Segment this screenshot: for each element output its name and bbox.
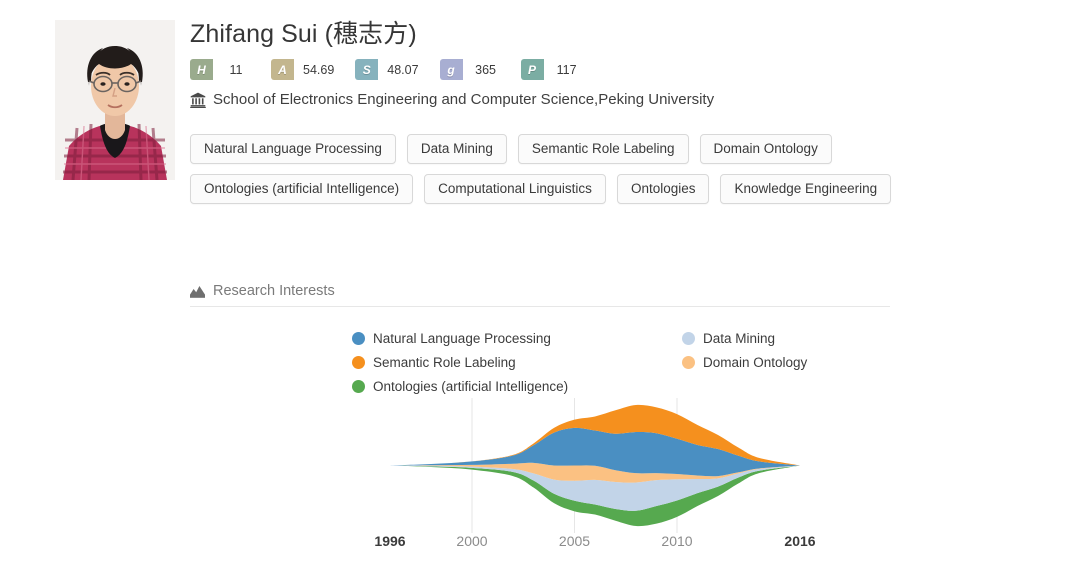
h-index-badge[interactable]: H 11 bbox=[190, 59, 259, 80]
x-axis-tick-label: 2016 bbox=[784, 533, 816, 549]
legend-color-swatch bbox=[682, 332, 695, 345]
x-axis-tick-label: 2010 bbox=[661, 533, 693, 549]
x-axis-tick-label: 2000 bbox=[456, 533, 488, 549]
interest-tag[interactable]: Domain Ontology bbox=[699, 134, 832, 164]
activity-badge[interactable]: A 54.69 bbox=[271, 59, 344, 80]
chart-bands bbox=[390, 404, 800, 527]
x-axis-tick-label: 1996 bbox=[374, 533, 406, 549]
legend-item-domain-ontology[interactable]: Domain Ontology bbox=[682, 352, 892, 373]
chart-title: Research Interests bbox=[190, 283, 890, 307]
legend-color-swatch bbox=[352, 332, 365, 345]
chart-legend: Natural Language Processing Data Mining … bbox=[352, 328, 892, 397]
area-chart-icon bbox=[190, 285, 205, 298]
profile-header: Zhifang Sui (穗志方) H 11 A 54.69 S 48.07 g… bbox=[190, 18, 1050, 204]
interest-tag[interactable]: Semantic Role Labeling bbox=[517, 134, 689, 164]
x-axis-tick-label: 2005 bbox=[558, 533, 591, 549]
interest-tag[interactable]: Data Mining bbox=[406, 134, 507, 164]
bank-icon bbox=[190, 92, 206, 108]
profile-photo bbox=[55, 20, 175, 180]
metric-badges: H 11 A 54.69 S 48.07 g 365 P 117 bbox=[190, 59, 1050, 80]
interest-tags-row-1: Natural Language Processing Data Mining … bbox=[190, 134, 1050, 164]
g-index-badge[interactable]: g 365 bbox=[439, 59, 509, 80]
legend-item-nlp[interactable]: Natural Language Processing bbox=[352, 328, 682, 349]
interest-tags-row-2: Ontologies (artificial Intelligence) Com… bbox=[190, 174, 1050, 204]
legend-color-swatch bbox=[352, 356, 365, 369]
h-index-badge-icon: H bbox=[190, 59, 213, 80]
legend-item-ontologies-ai[interactable]: Ontologies (artificial Intelligence) bbox=[352, 376, 682, 397]
legend-item-data-mining[interactable]: Data Mining bbox=[682, 328, 892, 349]
interest-tag[interactable]: Natural Language Processing bbox=[190, 134, 396, 164]
publications-badge-icon: P bbox=[520, 59, 544, 80]
publications-badge-value: 117 bbox=[543, 59, 590, 80]
g-index-badge-value: 365 bbox=[462, 59, 509, 80]
sociability-badge-value: 48.07 bbox=[378, 59, 428, 80]
legend-label: Semantic Role Labeling bbox=[373, 355, 516, 370]
interest-tag[interactable]: Computational Linguistics bbox=[424, 174, 606, 204]
interest-tag[interactable]: Ontologies (artificial Intelligence) bbox=[190, 174, 414, 204]
research-interests-chart-section: Research Interests Natural Language Proc… bbox=[190, 283, 890, 549]
legend-label: Natural Language Processing bbox=[373, 331, 551, 346]
affiliation-text: School of Electronics Engineering and Co… bbox=[213, 91, 715, 108]
legend-label: Data Mining bbox=[703, 331, 776, 346]
sociability-badge[interactable]: S 48.07 bbox=[355, 59, 428, 80]
legend-item-srl[interactable]: Semantic Role Labeling bbox=[352, 352, 682, 373]
interest-tag[interactable]: Knowledge Engineering bbox=[720, 174, 892, 204]
interest-tag[interactable]: Ontologies bbox=[616, 174, 710, 204]
activity-badge-value: 54.69 bbox=[294, 59, 344, 80]
legend-label: Domain Ontology bbox=[703, 355, 808, 370]
streamgraph-plot[interactable] bbox=[190, 398, 890, 533]
legend-label: Ontologies (artificial Intelligence) bbox=[373, 379, 569, 394]
legend-color-swatch bbox=[352, 380, 365, 393]
chart-x-axis: 1996 2000 2005 2010 2016 bbox=[190, 533, 890, 555]
publications-badge[interactable]: P 117 bbox=[520, 59, 590, 80]
chart-title-text: Research Interests bbox=[213, 283, 335, 299]
activity-badge-icon: A bbox=[271, 59, 294, 80]
g-index-badge-icon: g bbox=[439, 59, 463, 80]
legend-color-swatch bbox=[682, 356, 695, 369]
sociability-badge-icon: S bbox=[355, 59, 379, 80]
page-title: Zhifang Sui (穗志方) bbox=[190, 20, 417, 48]
affiliation: School of Electronics Engineering and Co… bbox=[190, 91, 1050, 108]
h-index-badge-value: 11 bbox=[213, 59, 259, 80]
